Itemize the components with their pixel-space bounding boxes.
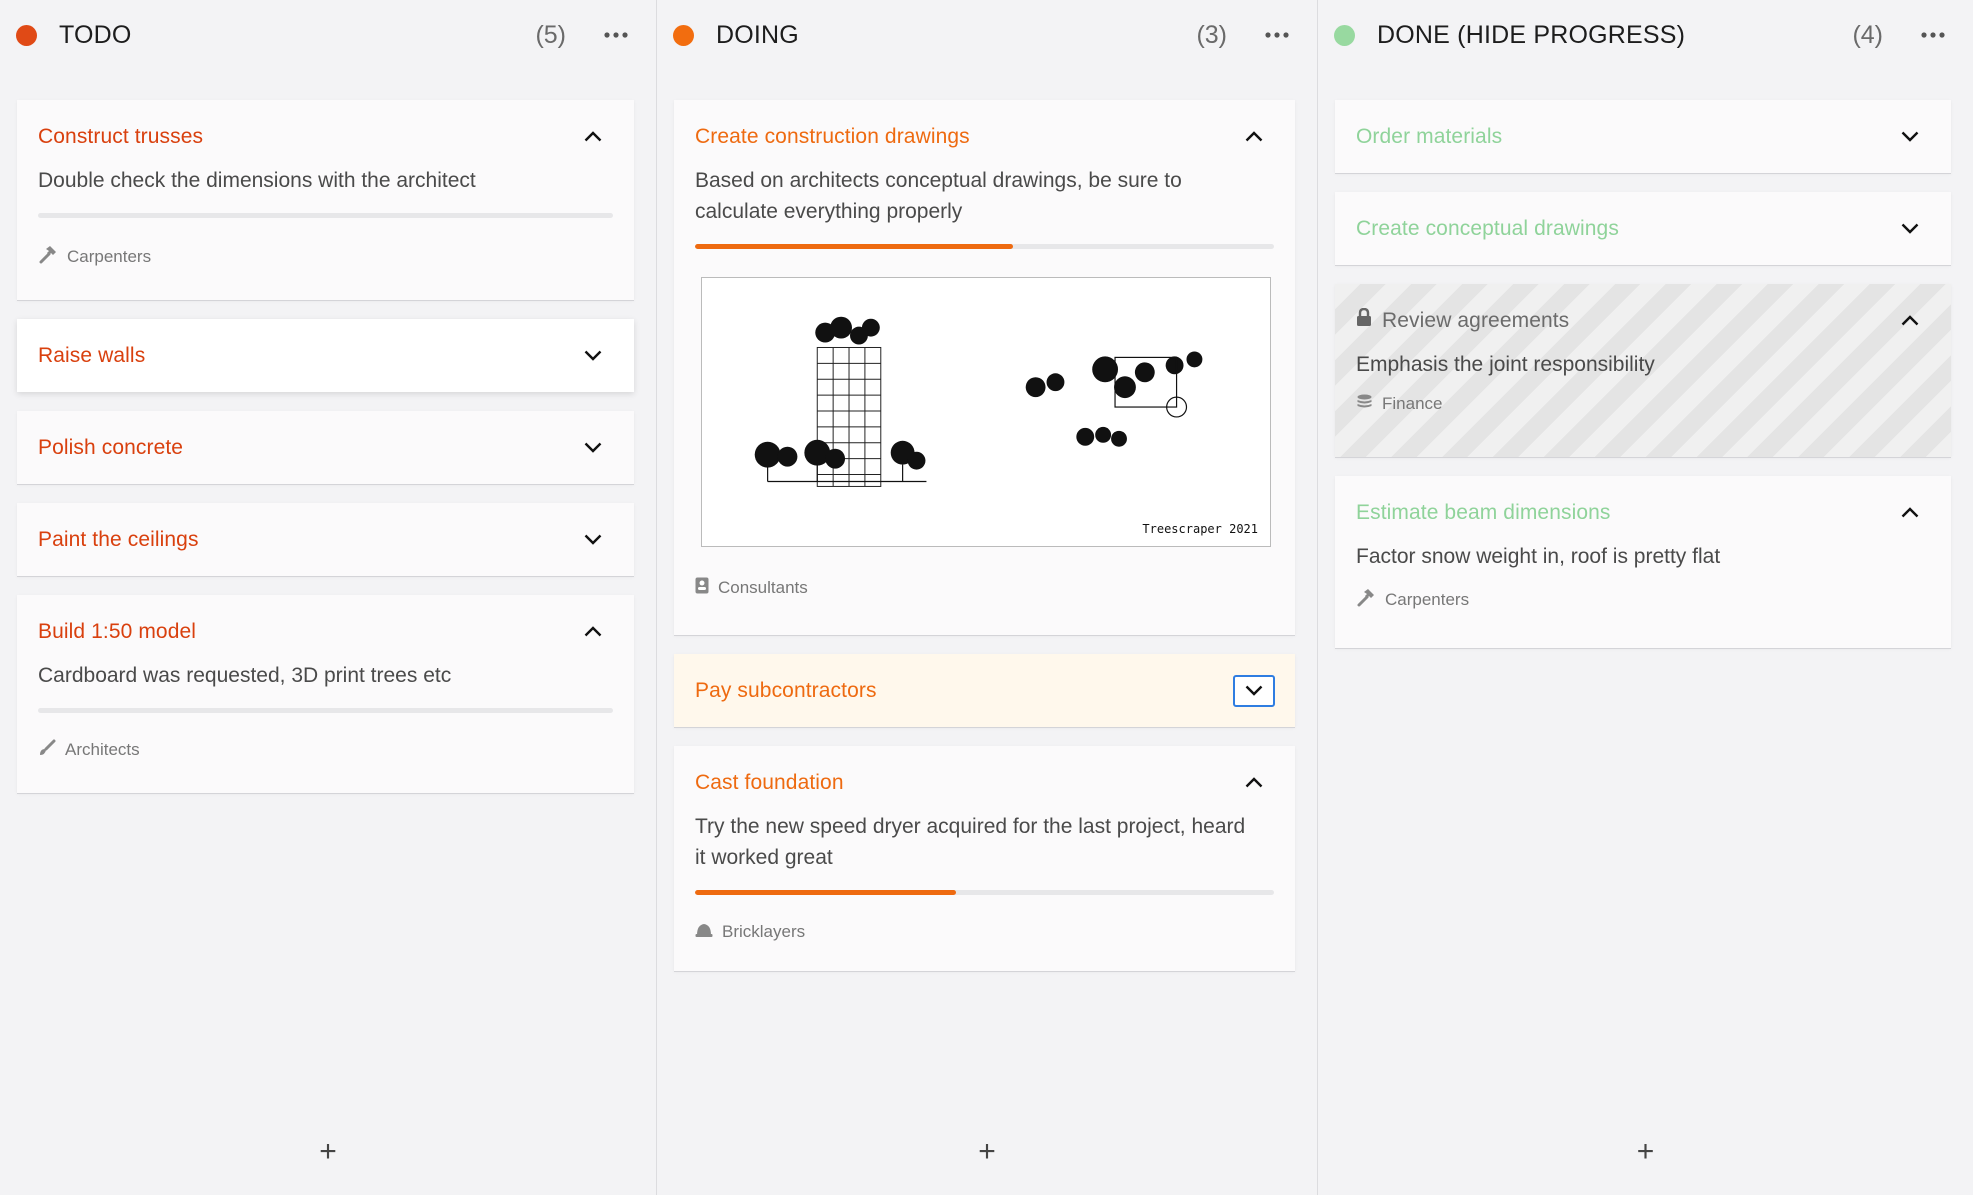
card-title: Construct trusses (38, 124, 204, 148)
column-title: DOING (716, 20, 799, 49)
card-title: Raise walls (38, 343, 146, 367)
column-count: (5) (535, 20, 566, 49)
progress-bar (695, 890, 1274, 895)
progress-bar (38, 213, 613, 218)
card-construct-trusses[interactable]: Construct trusses Double check the dimen… (17, 100, 634, 300)
column-header: TODO (5) (0, 0, 656, 70)
column-header: DONE (HIDE PROGRESS) (4) (1318, 0, 1973, 70)
card-tag: Finance (1382, 394, 1443, 413)
card-review-agreements[interactable]: Review agreements Emphasis the joint res… (1335, 284, 1951, 457)
card-description: Try the new speed dryer acquired for the… (695, 815, 1246, 869)
column-title: TODO (59, 20, 132, 49)
card-paint-ceilings[interactable]: Paint the ceilings (17, 503, 634, 576)
card-title: Review agreements (1382, 308, 1570, 332)
chevron-up-icon[interactable] (1233, 767, 1275, 799)
column-done: DONE (HIDE PROGRESS) (4) Order materials… (1318, 0, 1973, 1195)
card-raise-walls[interactable]: Raise walls (17, 319, 634, 392)
card-description: Double check the dimensions with the arc… (38, 169, 476, 192)
chevron-down-icon[interactable] (572, 524, 614, 556)
card-description: Emphasis the joint responsibility (1356, 353, 1655, 376)
card-tag: Carpenters (1385, 590, 1470, 609)
card-title: Create conceptual drawings (1356, 216, 1619, 240)
add-card-button[interactable]: + (319, 1137, 337, 1167)
card-title: Polish concrete (38, 435, 184, 459)
progress-bar (38, 708, 613, 713)
column-count: (4) (1852, 20, 1883, 49)
card-tag: Bricklayers (722, 922, 806, 941)
card-pay-subcontractors[interactable]: Pay subcontractors (674, 654, 1295, 727)
card-description: Cardboard was requested, 3D print trees … (38, 664, 452, 687)
card-title: Order materials (1356, 124, 1503, 148)
card-tag: Carpenters (67, 247, 152, 266)
kanban-board: TODO (5) Construct trusses Double check … (0, 0, 1973, 1195)
column-todo: TODO (5) Construct trusses Double check … (0, 0, 657, 1195)
chevron-down-icon[interactable] (572, 432, 614, 464)
helmet-icon (695, 922, 713, 943)
treescraper-drawing (754, 316, 1203, 487)
chevron-up-icon[interactable] (572, 121, 614, 153)
card-construction-drawings[interactable]: Create construction drawings Based on ar… (674, 100, 1295, 635)
add-card-button[interactable]: + (1637, 1137, 1655, 1167)
progress-bar (695, 244, 1274, 249)
attachment-image[interactable]: Treescraper 2021 (701, 277, 1271, 547)
chevron-down-icon[interactable] (1889, 121, 1931, 153)
card-estimate-beam[interactable]: Estimate beam dimensions Factor snow wei… (1335, 476, 1951, 648)
chevron-up-icon[interactable] (1889, 497, 1931, 529)
chevron-down-icon[interactable] (572, 340, 614, 372)
card-polish-concrete[interactable]: Polish concrete (17, 411, 634, 484)
card-cast-foundation[interactable]: Cast foundation Try the new speed dryer … (674, 746, 1295, 971)
brush-icon (38, 739, 56, 762)
badge-icon (695, 577, 709, 599)
status-dot (16, 24, 37, 46)
chevron-up-icon[interactable] (1233, 121, 1275, 153)
card-title: Build 1:50 model (38, 619, 197, 643)
lock-icon (1356, 307, 1372, 333)
more-options-icon[interactable] (1259, 23, 1295, 47)
card-tag: Architects (65, 740, 140, 759)
image-caption: Treescraper 2021 (1142, 522, 1258, 536)
chevron-up-icon[interactable] (1889, 305, 1931, 337)
add-card-button[interactable]: + (978, 1137, 996, 1167)
card-title: Pay subcontractors (695, 678, 877, 702)
card-order-materials[interactable]: Order materials (1335, 100, 1951, 173)
chevron-up-icon[interactable] (572, 616, 614, 648)
chevron-down-icon[interactable] (1233, 674, 1275, 707)
more-options-icon[interactable] (598, 23, 634, 47)
card-conceptual-drawings[interactable]: Create conceptual drawings (1335, 192, 1951, 265)
more-options-icon[interactable] (1915, 23, 1951, 47)
hammer-icon (1356, 588, 1376, 613)
card-title-row: Review agreements (1356, 307, 1570, 333)
coins-icon (1356, 394, 1373, 415)
card-build-model[interactable]: Build 1:50 model Cardboard was requested… (17, 595, 634, 793)
column-doing: DOING (3) Create construction drawings B… (657, 0, 1318, 1195)
status-dot (673, 24, 694, 46)
card-tag: Consultants (718, 578, 808, 597)
card-title: Estimate beam dimensions (1356, 500, 1611, 524)
chevron-down-icon[interactable] (1889, 213, 1931, 245)
card-description: Factor snow weight in, roof is pretty fl… (1356, 545, 1721, 568)
hammer-icon (38, 245, 58, 270)
card-title: Paint the ceilings (38, 527, 199, 551)
card-title: Create construction drawings (695, 124, 970, 148)
column-title: DONE (HIDE PROGRESS) (1377, 20, 1686, 49)
card-title: Cast foundation (695, 770, 844, 794)
card-description: Based on architects conceptual drawings,… (695, 169, 1182, 223)
column-count: (3) (1196, 20, 1227, 49)
column-header: DOING (3) (657, 0, 1317, 70)
status-dot (1334, 24, 1355, 46)
